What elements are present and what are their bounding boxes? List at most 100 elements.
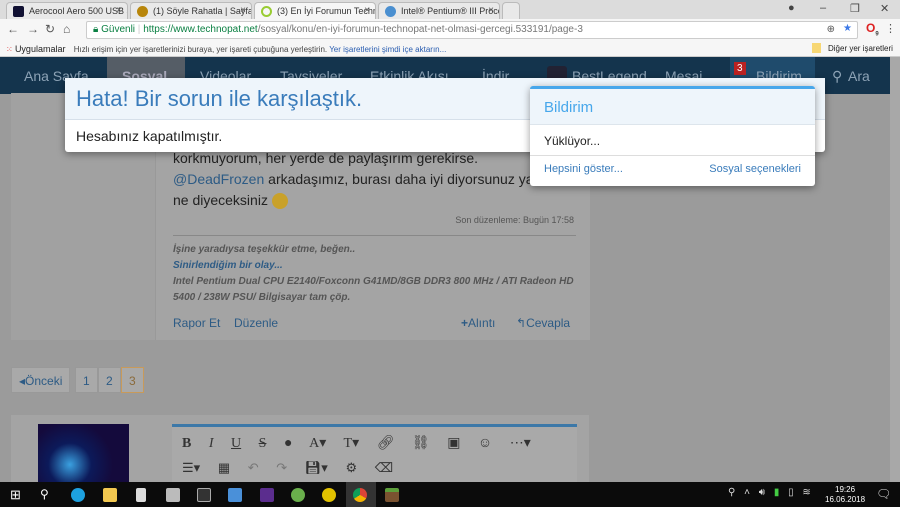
browser-tab[interactable]: (1) Söyle Rahatla | Sayfa 7 × [130, 2, 252, 19]
more-icon[interactable]: ⋯▾ [510, 436, 531, 451]
user-avatar [38, 424, 129, 482]
strike-button[interactable]: S [259, 436, 267, 451]
import-bookmarks-link[interactable]: Yer işaretlerini şimdi içe aktarın... [329, 45, 446, 54]
page-2[interactable]: 2 [98, 367, 121, 393]
secure-label: Güvenli [101, 24, 136, 35]
extension-badge: 9 [875, 31, 879, 38]
signature-line: İşine yaradıysa teşekkür etme, beğen.. [173, 244, 356, 255]
unlink-icon[interactable]: ⛓︎ [412, 436, 430, 451]
close-tab-icon[interactable]: × [240, 5, 246, 16]
page-3-current[interactable]: 3 [121, 367, 144, 393]
quote-link[interactable]: +Alıntı [461, 316, 495, 330]
browser-tab[interactable]: Intel® Pentium® III Proce × [378, 2, 500, 19]
undo-icon[interactable]: ↶ [248, 460, 259, 475]
back-button[interactable]: ← [7, 22, 19, 36]
edited-note: Son düzenleme: Bugün 17:58 [455, 215, 574, 225]
reload-button[interactable]: ↻ [45, 22, 55, 36]
paint-icon[interactable] [291, 488, 305, 502]
list-icon[interactable]: ☰▾ [182, 460, 200, 475]
favicon-icon [13, 6, 24, 17]
loading-text: Yüklüyor... [530, 125, 815, 156]
mention-link[interactable]: @DeadFrozen [173, 171, 264, 187]
calculator-icon[interactable] [136, 488, 146, 502]
app-icon[interactable] [166, 488, 180, 502]
link-icon[interactable]: 🔗︎ [377, 436, 395, 451]
apps-link[interactable]: Uygulamalar [15, 44, 66, 54]
table-icon[interactable]: ▦ [218, 460, 230, 475]
terminal-icon[interactable] [197, 488, 211, 502]
color-icon[interactable]: ● [284, 436, 292, 451]
show-all-link[interactable]: Hepsini göster... [544, 163, 623, 175]
bold-button[interactable]: B [182, 436, 191, 451]
favicon-icon [385, 6, 396, 17]
reply-link[interactable]: ↰Cevapla [516, 316, 570, 330]
signature-line: Intel Pentium Dual CPU E2140/Foxconn G41… [173, 276, 574, 303]
profile-icon[interactable]: ● [788, 2, 795, 14]
chrome-icon[interactable] [353, 488, 367, 502]
gear-icon[interactable]: ⚙ [345, 460, 357, 475]
close-window-button[interactable]: ✕ [880, 2, 889, 15]
eraser-icon[interactable]: ⌫ [375, 460, 393, 475]
redo-icon[interactable]: ↷ [276, 460, 287, 475]
system-tray[interactable]: ⚲ ˄ 🔊︎ ▮ ▯ ≋ [728, 487, 811, 498]
maximize-button[interactable]: ❐ [850, 2, 860, 15]
font-icon[interactable]: A▾ [309, 436, 326, 451]
report-link[interactable]: Rapor Et [173, 316, 220, 330]
tab-title: (1) Söyle Rahatla | Sayfa 7 [153, 6, 252, 16]
apps-icon: ⁙ [6, 45, 13, 54]
page-1[interactable]: 1 [75, 367, 98, 393]
edit-link[interactable]: Düzenle [234, 316, 278, 330]
social-settings-link[interactable]: Sosyal seçenekleri [709, 163, 801, 175]
browser-tab-active[interactable]: (3) En İyi Forumun Technc × [254, 2, 376, 19]
zoom-icon[interactable]: ⊕ [827, 24, 835, 35]
underline-button[interactable]: U [231, 436, 241, 451]
menu-icon[interactable]: ⋮ [885, 22, 896, 35]
app-icon[interactable] [322, 488, 336, 502]
nav-search[interactable]: Ara [848, 68, 870, 84]
tab-strip: Aerocool Aero 500 USB 3 × (1) Söyle Rahat… [0, 0, 900, 19]
home-button[interactable]: ⌂ [63, 22, 70, 36]
app-icon[interactable] [260, 488, 274, 502]
app-icon[interactable] [228, 488, 242, 502]
plus-icon: + [461, 316, 469, 330]
tab-title: Intel® Pentium® III Proce [401, 6, 500, 16]
favicon-icon [137, 6, 148, 17]
notification-badge: 3 [734, 62, 746, 75]
new-tab-button[interactable] [502, 2, 520, 19]
search-icon[interactable]: ⚲ [832, 68, 842, 85]
lock-icon: 🔒︎ [93, 24, 99, 35]
forward-button[interactable]: → [27, 22, 39, 36]
smiley-icon[interactable]: ☺ [478, 436, 492, 451]
address-bar[interactable]: 🔒︎ Güvenli | https://www.technopat.net/s… [86, 21, 858, 39]
notifications-dropdown: Bildirim Yüklüyor... Hepsini göster... So… [530, 86, 815, 186]
signature: İşine yaradıysa teşekkür etme, beğen.. S… [173, 242, 583, 306]
start-button[interactable]: ⊞ [10, 487, 21, 503]
url-host: https://www.technopat.net [143, 24, 258, 35]
action-center-icon[interactable]: 🗨︎ [876, 487, 891, 501]
close-tab-icon[interactable]: × [364, 5, 370, 16]
file-explorer-icon[interactable] [103, 488, 117, 502]
save-icon[interactable]: 💾︎▾ [305, 460, 328, 475]
tab-title: (3) En İyi Forumun Technc [277, 6, 376, 16]
close-tab-icon[interactable]: × [116, 5, 122, 16]
bookmark-star-icon[interactable]: ★ [843, 23, 852, 34]
clock-time: 19:26 [835, 485, 856, 494]
reply-label: Cevapla [526, 316, 571, 330]
signature-link[interactable]: Sinirlendiğim bir olay... [173, 258, 583, 274]
italic-button[interactable]: I [209, 436, 214, 451]
clock[interactable]: 19:26 16.06.2018 [825, 485, 865, 505]
post-text: arkadaşımız, burası daha iyi diyorsunuz … [264, 171, 538, 187]
opera-extension-icon[interactable]: O9 [866, 21, 879, 37]
skype-icon[interactable] [71, 488, 85, 502]
minimize-button[interactable]: – [820, 2, 826, 14]
browser-tab[interactable]: Aerocool Aero 500 USB 3 × [6, 2, 128, 19]
image-icon[interactable]: ▣ [447, 436, 460, 451]
text-size-icon[interactable]: T▾ [344, 436, 360, 451]
close-tab-icon[interactable]: × [488, 5, 494, 16]
scrollbar[interactable] [890, 57, 900, 482]
prev-page-button[interactable]: ◂Önceki [11, 367, 70, 393]
minecraft-icon[interactable] [385, 488, 399, 502]
taskbar: ⊞ ⚲ ⚲ ˄ 🔊︎ ▮ ▯ ≋ 19:26 16.06.2018 🗨︎ [0, 482, 900, 507]
search-icon[interactable]: ⚲ [40, 487, 49, 501]
other-bookmarks[interactable]: Diğer yer işaretleri [828, 44, 893, 53]
